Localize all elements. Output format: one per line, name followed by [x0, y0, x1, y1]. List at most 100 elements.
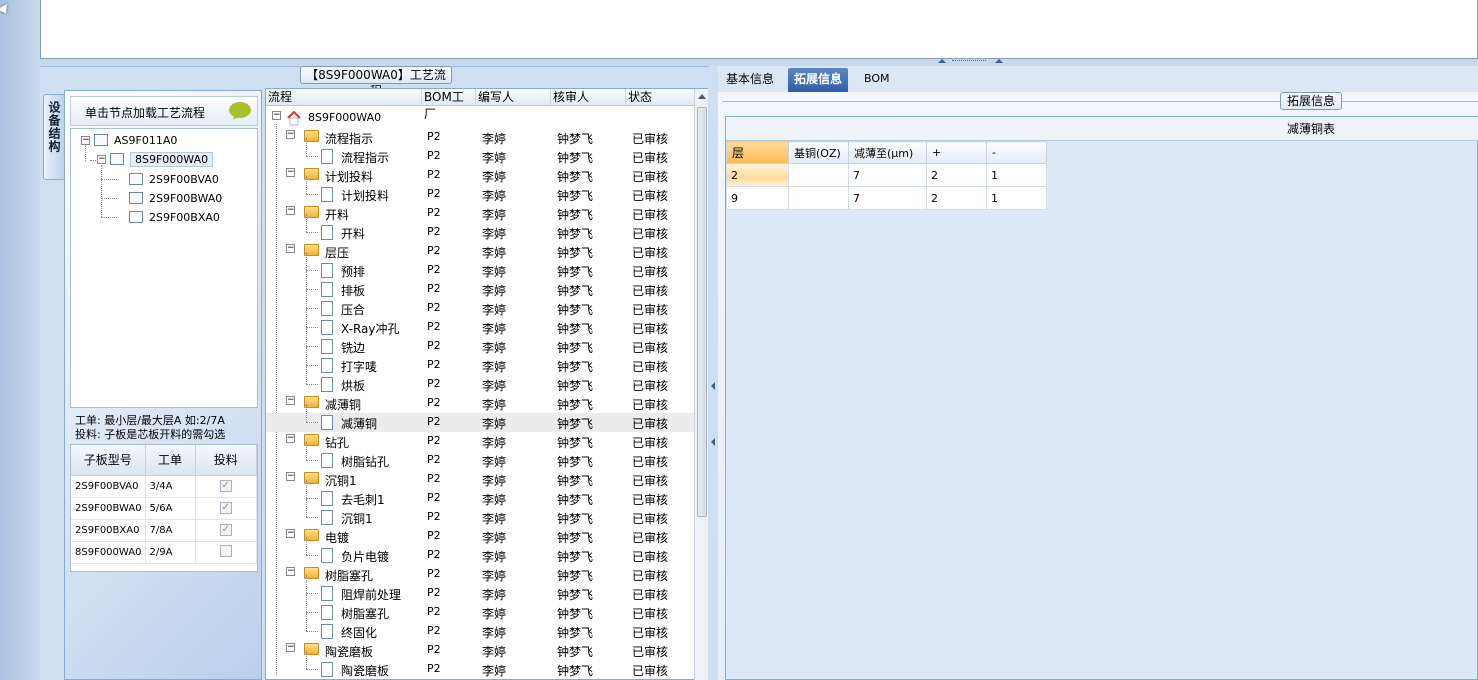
col-header-writer[interactable]: 编写人	[476, 89, 551, 106]
tab-device-structure[interactable]: 设备结构	[43, 94, 65, 180]
col-header-layer[interactable]: 层	[726, 141, 789, 164]
grid-row-step[interactable]: 流程指示 P2 李婷 钟梦飞 已审核	[266, 138, 696, 166]
cell-minus[interactable]: 1	[986, 163, 1047, 187]
collapse-icon[interactable]: −	[97, 154, 106, 164]
col-header-bom[interactable]: BOM工厂	[422, 89, 476, 121]
grid-row-group[interactable]: − 钻孔 P2 李婷 钟梦飞 已审核	[266, 432, 696, 451]
grid-row-group[interactable]: − 层压 P2 李婷 钟梦飞 已审核	[266, 242, 696, 261]
collapse-icon[interactable]: −	[81, 135, 90, 145]
collapse-icon[interactable]: −	[286, 168, 295, 177]
splitter-grip-icon[interactable]	[952, 60, 986, 63]
tab-basic-info[interactable]: 基本信息	[720, 68, 780, 92]
cell-feed[interactable]: ✓	[195, 519, 257, 542]
collapse-icon[interactable]: −	[286, 396, 295, 405]
grid-row-step[interactable]: 减薄铜 P2 李婷 钟梦飞 已审核	[266, 404, 696, 432]
collapse-icon[interactable]: −	[286, 643, 295, 652]
tree-node-root[interactable]: − AS9F011A0	[81, 132, 177, 148]
grid-row-group[interactable]: − 陶瓷磨板 P2 李婷 钟梦飞 已审核	[266, 641, 696, 660]
feed-checkbox[interactable]: ✓	[219, 480, 232, 492]
col-header-reviewer[interactable]: 核审人	[551, 89, 626, 106]
grid-row-group[interactable]: − 电镀 P2 李婷 钟梦飞 已审核	[266, 527, 696, 546]
grid-row-group[interactable]: − 树脂塞孔 P2 李婷 钟梦飞 已审核	[266, 565, 696, 584]
grid-row-step[interactable]: 烘板 P2 李婷 钟梦飞 已审核	[266, 366, 696, 394]
tree-node-leaf[interactable]: 2S9F00BWA0	[129, 190, 222, 206]
cell-order[interactable]: 5/6A	[145, 497, 196, 520]
grid-row-step[interactable]: 负片电镀 P2 李婷 钟梦飞 已审核	[266, 537, 696, 565]
grid-row-group[interactable]: − 减薄铜 P2 李婷 钟梦飞 已审核	[266, 394, 696, 413]
grid-row-step[interactable]: 终固化 P2 李婷 钟梦飞 已审核	[266, 613, 696, 641]
tab-bom[interactable]: BOM	[858, 68, 896, 92]
cell-thin-to[interactable]: 7	[848, 163, 927, 187]
cell-feed[interactable]	[195, 541, 257, 564]
table-row[interactable]: 2S9F00BWA0 5/6A ✓	[71, 497, 257, 520]
top-input-area[interactable]	[40, 0, 1478, 59]
grid-row-step[interactable]: 计划投料 P2 李婷 钟梦飞 已审核	[266, 176, 696, 204]
col-header-plus[interactable]: +	[926, 141, 987, 164]
table-row[interactable]: 2721	[726, 163, 1047, 187]
feed-checkbox[interactable]: ✓	[219, 524, 232, 536]
feed-checkbox[interactable]	[219, 544, 232, 557]
table-row[interactable]: 8S9F000WA0 2/9A	[71, 541, 257, 564]
grid-row-step[interactable]: 树脂塞孔 P2 李婷 钟梦飞 已审核	[266, 594, 696, 622]
horizontal-splitter[interactable]	[40, 59, 1478, 66]
grid-row-group[interactable]: − 流程指示 P2 李婷 钟梦飞 已审核	[266, 128, 696, 147]
collapse-icon[interactable]: −	[272, 111, 281, 120]
scroll-up-icon[interactable]	[698, 94, 706, 99]
cell-base-copper[interactable]	[788, 163, 849, 187]
cell-layer[interactable]: 2	[726, 163, 789, 187]
tab-extended-info[interactable]: 拓展信息	[788, 68, 849, 92]
cell-feed[interactable]: ✓	[195, 475, 257, 498]
vertical-scrollbar[interactable]	[694, 89, 708, 680]
collapse-icon[interactable]: −	[286, 206, 295, 215]
col-header-model[interactable]: 子板型号	[71, 445, 146, 476]
tree-node-child[interactable]: − 8S9F000WA0	[97, 151, 214, 167]
grid-row-step[interactable]: 陶瓷磨板 P2 李婷 钟梦飞 已审核	[266, 651, 696, 679]
tree-node-leaf[interactable]: 2S9F00BXA0	[129, 209, 220, 225]
col-header-feed[interactable]: 投料	[195, 445, 257, 476]
cell-base-copper[interactable]	[788, 186, 849, 210]
grid-row-root[interactable]: − 8S9F000WA0	[266, 109, 696, 128]
grid-row-step[interactable]: 排板 P2 李婷 钟梦飞 已审核	[266, 271, 696, 299]
col-header-status[interactable]: 状态	[626, 89, 696, 106]
col-header-base-copper[interactable]: 基铜(OZ)	[788, 141, 849, 164]
table-row[interactable]: 9 721	[726, 186, 1047, 210]
feed-checkbox[interactable]: ✓	[219, 502, 232, 514]
cell-layer[interactable]: 9	[726, 186, 789, 210]
scroll-thumb[interactable]	[697, 107, 707, 517]
col-header-order[interactable]: 工单	[145, 445, 196, 476]
grid-row-group[interactable]: − 计划投料 P2 李婷 钟梦飞 已审核	[266, 166, 696, 185]
col-header-minus[interactable]: -	[986, 141, 1047, 164]
grid-row-step[interactable]: 阻焊前处理 P2 李婷 钟梦飞 已审核	[266, 575, 696, 603]
tree-node-leaf[interactable]: 2S9F00BVA0	[129, 171, 219, 187]
grid-row-step[interactable]: 打字唛 P2 李婷 钟梦飞 已审核	[266, 347, 696, 375]
collapse-icon[interactable]: −	[286, 567, 295, 576]
grid-row-step[interactable]: 树脂钻孔 P2 李婷 钟梦飞 已审核	[266, 442, 696, 470]
grid-row-step[interactable]: 压合 P2 李婷 钟梦飞 已审核	[266, 290, 696, 318]
cell-order[interactable]: 7/8A	[145, 519, 196, 542]
cell-minus[interactable]: 1	[986, 186, 1047, 210]
grid-row-step[interactable]: 预排 P2 李婷 钟梦飞 已审核	[266, 252, 696, 280]
grid-row-step[interactable]: 开料 P2 李婷 钟梦飞 已审核	[266, 214, 696, 242]
table-row[interactable]: 2S9F00BXA0 7/8A ✓	[71, 519, 257, 542]
grid-row-step[interactable]: 铣边 P2 李婷 钟梦飞 已审核	[266, 328, 696, 356]
table-row[interactable]: 2S9F00BVA0 3/4A ✓	[71, 475, 257, 498]
grid-row-step[interactable]: X-Ray冲孔 P2 李婷 钟梦飞 已审核	[266, 309, 696, 337]
collapse-icon[interactable]: −	[286, 472, 295, 481]
collapse-icon[interactable]: −	[286, 244, 295, 253]
cell-feed[interactable]: ✓	[195, 497, 257, 520]
cell-thin-to[interactable]: 7	[848, 186, 927, 210]
collapse-icon[interactable]: −	[286, 529, 295, 538]
collapse-icon[interactable]: −	[286, 434, 295, 443]
col-header-process[interactable]: 流程	[266, 89, 422, 106]
col-header-thin-to[interactable]: 减薄至(μm)	[848, 141, 927, 164]
cell-order[interactable]: 2/9A	[145, 541, 196, 564]
cell-order[interactable]: 3/4A	[145, 475, 196, 498]
grid-row-group[interactable]: − 沉铜1 P2 李婷 钟梦飞 已审核	[266, 470, 696, 489]
grid-row-step[interactable]: 去毛刺1 P2 李婷 钟梦飞 已审核	[266, 480, 696, 508]
grid-row-step[interactable]: 沉铜1 P2 李婷 钟梦飞 已审核	[266, 499, 696, 527]
cell-plus[interactable]: 2	[926, 163, 987, 187]
grid-row-group[interactable]: − 开料 P2 李婷 钟梦飞 已审核	[266, 204, 696, 223]
cell-plus[interactable]: 2	[926, 186, 987, 210]
collapse-icon[interactable]: −	[286, 130, 295, 139]
vertical-splitter[interactable]	[709, 66, 718, 680]
